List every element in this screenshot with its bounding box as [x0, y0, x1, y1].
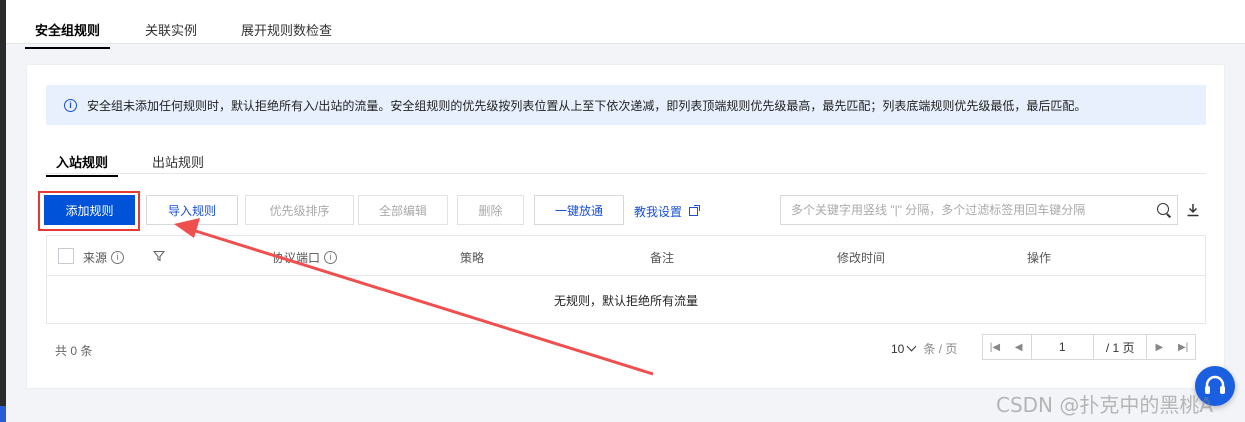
column-remark: 备注: [650, 251, 675, 265]
tab-inbound-rules[interactable]: 入站规则: [45, 152, 119, 177]
import-rule-button[interactable]: 导入规则: [146, 195, 238, 225]
search-box[interactable]: [780, 195, 1178, 225]
tab-outbound-rules[interactable]: 出站规则: [152, 152, 204, 171]
column-policy: 策略: [460, 251, 485, 265]
notice-text: 安全组未添加任何规则时，默认拒绝所有入/出站的流量。安全组规则的优先级按列表位置…: [87, 98, 1087, 113]
column-source-label: 来源: [83, 251, 108, 265]
external-link-icon: [689, 205, 701, 216]
watermark: CSDN @扑克中的黑桃A: [996, 393, 1214, 417]
help-setup-link[interactable]: 教我设置: [634, 203, 701, 220]
last-page-icon[interactable]: ▶|: [1171, 335, 1195, 359]
tab-security-group-rules[interactable]: 安全组规则: [24, 20, 111, 49]
column-modified-time: 修改时间: [837, 251, 886, 265]
priority-sort-button[interactable]: 优先级排序: [245, 195, 354, 225]
rules-table: 来源 i 协议端口 i 策略 备注 修改时间 操作 无规则，默认拒绝所有流量: [46, 235, 1206, 324]
notice-banner: i 安全组未添加任何规则时，默认拒绝所有入/出站的流量。安全组规则的优先级按列表…: [46, 85, 1206, 125]
column-protocol-port: 协议端口 i: [272, 249, 338, 266]
info-icon: i: [64, 98, 77, 112]
page-size-value: 10: [891, 341, 905, 356]
empty-state-text: 无规则，默认拒绝所有流量: [553, 293, 698, 308]
one-click-allow-button[interactable]: 一键放通: [534, 195, 624, 225]
tab-expand-rule-check[interactable]: 展开规则数检查: [241, 20, 332, 39]
rules-card: i 安全组未添加任何规则时，默认拒绝所有入/出站的流量。安全组规则的优先级按列表…: [26, 64, 1225, 389]
filter-icon[interactable]: [153, 250, 165, 262]
help-circle-icon[interactable]: i: [111, 251, 125, 264]
chevron-down-icon: [906, 341, 917, 352]
add-rule-button[interactable]: 添加规则: [44, 195, 135, 225]
left-edge-accent: [0, 406, 6, 422]
next-page-icon[interactable]: ▶: [1147, 335, 1171, 359]
per-page-label: 条 / 页: [923, 342, 958, 356]
download-icon[interactable]: [1186, 203, 1200, 217]
page-number-input[interactable]: 1: [1030, 335, 1094, 359]
delete-button[interactable]: 删除: [457, 195, 524, 225]
help-setup-label: 教我设置: [634, 205, 683, 219]
left-edge-strip: [0, 0, 6, 422]
search-icon[interactable]: [1157, 203, 1171, 217]
pagination: |◀ ◀ 1 / 1 页 ▶ ▶|: [982, 334, 1196, 360]
edit-all-button[interactable]: 全部编辑: [358, 195, 448, 225]
direction-tabs: 入站规则 出站规则: [45, 152, 1206, 177]
page-size-select[interactable]: 10 条 / 页: [891, 340, 957, 357]
help-circle-icon[interactable]: i: [324, 251, 338, 264]
column-source: 来源 i: [83, 249, 125, 266]
column-protocol-port-label: 协议端口: [272, 251, 321, 265]
total-pages-label: / 1 页: [1094, 335, 1148, 359]
first-page-icon[interactable]: |◀: [983, 335, 1007, 359]
select-all-checkbox[interactable]: [58, 248, 74, 264]
column-actions: 操作: [1027, 251, 1052, 265]
search-input[interactable]: [791, 203, 1157, 217]
tab-associated-instances[interactable]: 关联实例: [145, 20, 197, 39]
prev-page-icon[interactable]: ◀: [1007, 335, 1031, 359]
total-count: 共 0 条: [55, 344, 93, 358]
table-header: 来源 i 协议端口 i 策略 备注 修改时间 操作: [47, 236, 1205, 276]
top-tab-bar: 安全组规则 关联实例 展开规则数检查: [6, 0, 1245, 49]
